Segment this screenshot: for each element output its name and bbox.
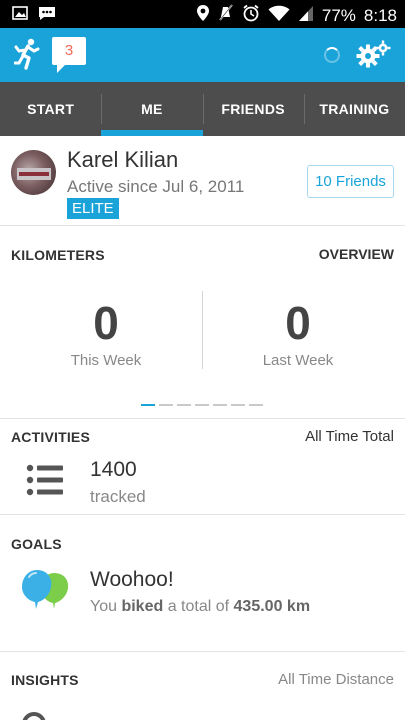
signal-icon xyxy=(298,5,314,27)
activities-heading: ACTIVITIES xyxy=(11,429,91,445)
kilometers-divider xyxy=(202,291,203,369)
spinner-icon xyxy=(324,47,340,63)
goal-text-prefix: You xyxy=(90,598,117,615)
messages-icon[interactable]: 3 xyxy=(52,37,86,73)
settings-icon[interactable] xyxy=(355,40,391,75)
profile-card: Karel Kilian Active since Jul 6, 2011 EL… xyxy=(0,136,405,226)
this-week-label: This Week xyxy=(70,352,142,369)
page-dot xyxy=(141,404,155,406)
runner-icon[interactable] xyxy=(13,38,40,75)
page-dot xyxy=(195,404,209,406)
wifi-icon xyxy=(268,5,290,27)
goal-text: You biked a total of 435.00 km xyxy=(90,598,310,616)
friends-button[interactable]: 10 Friends xyxy=(307,165,394,198)
activities-count-label: tracked xyxy=(90,487,146,506)
goal-activity: biked xyxy=(121,598,164,615)
page-dot xyxy=(177,404,191,406)
pie-chart-icon xyxy=(22,712,46,720)
last-week-label: Last Week xyxy=(262,352,334,369)
tab-bar: START ME FRIENDS TRAINING xyxy=(0,82,405,136)
elite-badge: ELITE xyxy=(67,198,119,219)
goal-text-middle: a total of xyxy=(167,598,230,615)
notification-count: 3 xyxy=(64,42,74,59)
insights-scope: All Time Distance xyxy=(278,671,394,688)
overview-link[interactable]: OVERVIEW xyxy=(319,246,394,262)
page-dot xyxy=(159,404,173,406)
page-dot xyxy=(213,404,227,406)
this-week-value: 0 xyxy=(93,297,119,349)
activities-count: 1400 xyxy=(90,458,137,481)
tab-me[interactable]: ME xyxy=(101,82,203,136)
goals-heading: GOALS xyxy=(11,536,62,552)
tab-friends[interactable]: FRIENDS xyxy=(202,82,304,136)
page-dot xyxy=(249,404,263,406)
message-icon xyxy=(38,6,56,26)
alarm-icon xyxy=(242,4,260,27)
list-icon xyxy=(26,464,64,501)
page-dot xyxy=(231,404,245,406)
section-divider xyxy=(0,651,405,652)
clock-time: 8:18 xyxy=(363,5,397,25)
balloons-icon xyxy=(20,569,72,618)
page-indicator[interactable] xyxy=(141,404,263,406)
location-icon xyxy=(196,4,210,27)
tab-start[interactable]: START xyxy=(0,82,101,136)
status-bar: 77% 8:18 xyxy=(0,0,405,28)
tab-training[interactable]: TRAINING xyxy=(303,82,405,136)
profile-active-since: Active since Jul 6, 2011 xyxy=(67,177,245,196)
mute-icon xyxy=(218,4,234,27)
app-bar: 3 xyxy=(0,28,405,82)
activities-scope: All Time Total xyxy=(305,428,394,445)
insights-heading: INSIGHTS xyxy=(11,672,79,688)
kilometers-heading: KILOMETERS xyxy=(11,247,105,263)
section-divider xyxy=(0,514,405,515)
battery-level: 77% xyxy=(321,5,356,25)
avatar[interactable] xyxy=(11,150,56,195)
goal-headline: Woohoo! xyxy=(90,568,174,591)
image-icon xyxy=(12,6,28,26)
last-week-value: 0 xyxy=(285,297,311,349)
goal-amount: 435.00 km xyxy=(233,598,311,615)
section-divider xyxy=(0,418,405,419)
profile-name: Karel Kilian xyxy=(67,147,179,172)
